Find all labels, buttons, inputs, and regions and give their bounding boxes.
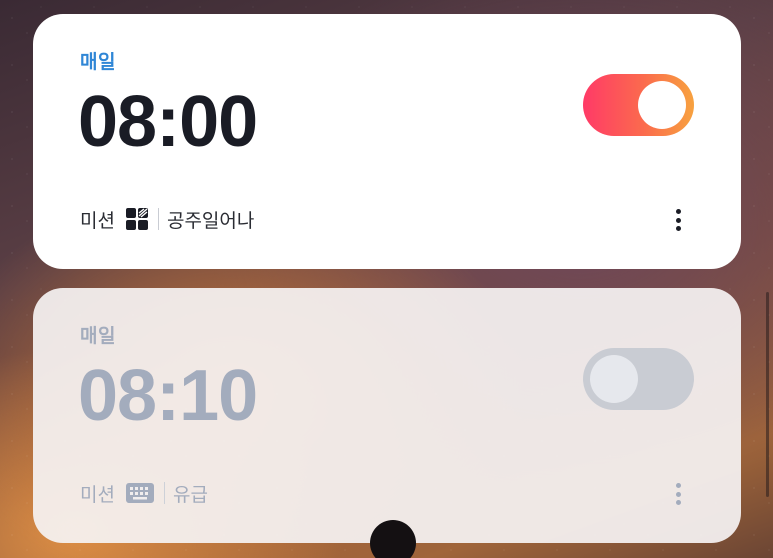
puzzle-grid-icon <box>125 207 149 231</box>
alarm-toggle[interactable] <box>583 348 694 410</box>
alarm-time: 08:10 <box>78 356 258 436</box>
alarm-mission-row: 미션 공주일어나 <box>80 205 254 233</box>
floating-action-button[interactable] <box>370 520 416 558</box>
mission-name: 유급 <box>172 483 208 506</box>
alarm-toggle[interactable] <box>583 74 694 136</box>
more-options-icon[interactable] <box>669 480 687 508</box>
alarm-repeat-label: 매일 <box>80 51 116 73</box>
divider <box>163 482 165 504</box>
divider <box>157 208 159 230</box>
toggle-knob <box>638 81 686 129</box>
mission-name: 공주일어나 <box>166 209 255 232</box>
keyboard-icon <box>125 482 155 504</box>
alarm-card[interactable]: 매일 08:00 미션 공주일어나 <box>33 14 741 269</box>
alarm-card[interactable]: 매일 08:10 미션 유급 <box>33 288 741 543</box>
toggle-knob <box>590 355 638 403</box>
more-options-icon[interactable] <box>669 206 687 234</box>
scrollbar[interactable] <box>766 292 769 497</box>
alarm-time: 08:00 <box>78 82 258 162</box>
alarm-mission-row: 미션 유급 <box>80 479 208 507</box>
mission-label: 미션 <box>80 483 115 506</box>
mission-label: 미션 <box>80 209 115 232</box>
alarm-repeat-label: 매일 <box>80 325 116 347</box>
